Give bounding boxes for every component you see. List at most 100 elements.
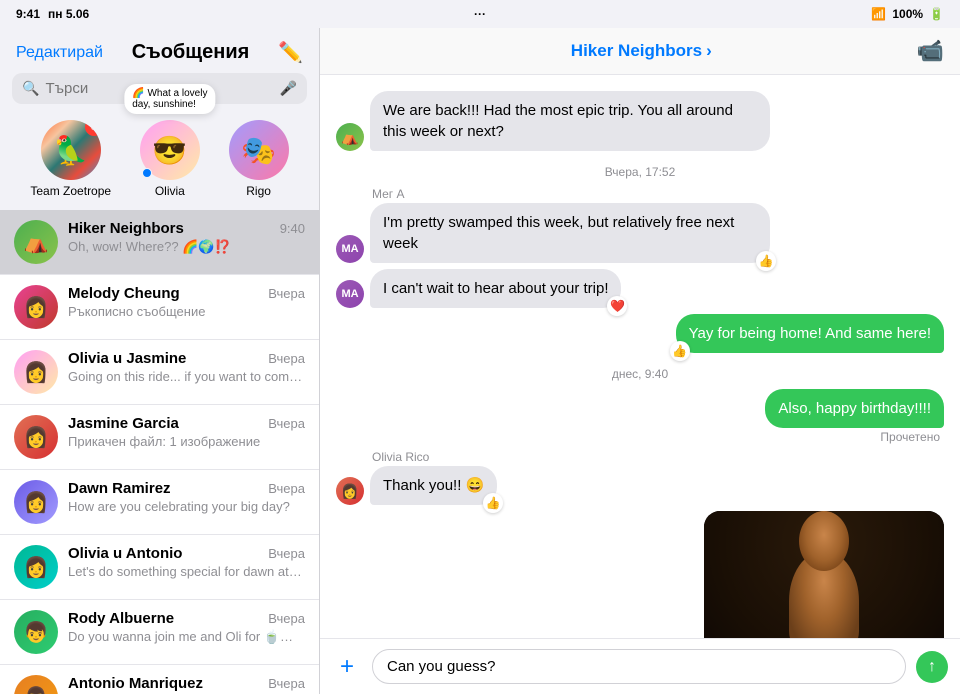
pinned-contact-olivia[interactable]: 🌈 What a lovelyday, sunshine! 😎 Olivia	[140, 120, 200, 198]
battery-label: 100%	[892, 7, 923, 21]
message-row-7	[336, 511, 944, 638]
date: пн 5.06	[48, 7, 89, 21]
status-bar: 9:41 пн 5.06 ··· 📶 100% 🔋	[0, 0, 960, 28]
pinned-name-rigo: Rigo	[246, 184, 271, 198]
mic-icon: 🎤	[280, 80, 297, 97]
conv-jasmine[interactable]: 👩 Jasmine Garcia Вчера Прикачен файл: 1 …	[0, 405, 319, 470]
conv-avatar-olivia-a: 👩	[14, 545, 58, 589]
conv-sender-jasmine: Jasmine Garcia	[68, 415, 179, 432]
olivia-online-dot	[142, 168, 152, 178]
add-button[interactable]: +	[332, 652, 362, 682]
conv-hiker-neighbors[interactable]: ⛺ Hiker Neighbors 9:40 Oh, wow! Where?? …	[0, 210, 319, 275]
chat-title-text: Hiker Neighbors	[571, 41, 702, 61]
conv-preview-hiker: Oh, wow! Where?? 🌈🌍⁉️	[68, 239, 305, 255]
dots-indicator: ···	[474, 7, 486, 21]
message-row-2: Мег А MA I'm pretty swamped this week, b…	[336, 187, 944, 263]
reaction-thumbsup-6: 👍	[483, 493, 503, 513]
conv-sender-olivia-j: Olivia u Jasmine	[68, 350, 186, 367]
conv-antonio[interactable]: 👨 Antonio Manriquez Вчера	[0, 665, 319, 694]
pinned-avatar-rigo: 🎭	[229, 120, 289, 180]
conv-avatar-rody: 👦	[14, 610, 58, 654]
bubble-3: I can't wait to hear about your trip! ❤️	[370, 269, 621, 308]
conv-time-melody: Вчера	[268, 286, 305, 301]
conv-dawn[interactable]: 👩 Dawn Ramirez Вчера How are you celebra…	[0, 470, 319, 535]
pinned-contacts: 🦜 6 Team Zoetrope 🌈 What a lovelyday, su…	[0, 112, 319, 210]
conv-preview-rody: Do you wanna join me and Oli for 🍵🥞 brea…	[68, 629, 305, 645]
conv-rody[interactable]: 👦 Rody Albuerne Вчера Do you wanna join …	[0, 600, 319, 665]
conv-time-hiker: 9:40	[280, 221, 305, 236]
message-input[interactable]	[372, 649, 906, 684]
timestamp-today: днес, 9:40	[336, 367, 944, 381]
search-icon: 🔍	[22, 80, 39, 97]
conv-content-hiker: Hiker Neighbors 9:40 Oh, wow! Where?? 🌈🌍…	[68, 220, 305, 255]
read-label-5: Прочетено	[880, 430, 940, 444]
chat-header: Hiker Neighbors › 📹	[320, 28, 960, 75]
bubble-4: Yay for being home! And same here! 👍	[676, 314, 944, 353]
reaction-heart-3: ❤️	[607, 296, 627, 316]
pinned-avatar-team: 🦜 6	[41, 120, 101, 180]
timestamp-yesterday: Вчера, 17:52	[336, 165, 944, 179]
conv-olivia-jasmine[interactable]: 👩 Olivia u Jasmine Вчера Going on this r…	[0, 340, 319, 405]
messages-area: ⛺ We are back!!! Had the most epic trip.…	[320, 75, 960, 638]
conv-preview-jasmine: Прикачен файл: 1 изображение	[68, 434, 305, 449]
messages-title: Съобщения	[132, 41, 250, 64]
conv-sender-olivia-a: Olivia u Antonio	[68, 545, 182, 562]
left-panel: Редактирай Съобщения ✏️ 🔍 🎤 🦜 6 Team Zoe…	[0, 28, 320, 694]
pinned-contact-team[interactable]: 🦜 6 Team Zoetrope	[30, 120, 111, 198]
message-row-5: Also, happy birthday!!!! Прочетено	[336, 389, 944, 444]
pinned-name-olivia: Olivia	[155, 184, 185, 198]
conv-preview-dawn: How are you celebrating your big day?	[68, 499, 305, 514]
conv-avatar-dawn: 👩	[14, 480, 58, 524]
status-bar-left: 9:41 пн 5.06	[16, 7, 89, 21]
message-list: ⛺ Hiker Neighbors 9:40 Oh, wow! Where?? …	[0, 210, 319, 694]
compose-button[interactable]: ✏️	[278, 40, 303, 65]
send-button[interactable]: ↑	[916, 651, 948, 683]
sender-label-meg: Мег А	[372, 187, 405, 201]
pinned-contact-rigo[interactable]: 🎭 Rigo	[229, 120, 289, 198]
conv-avatar-hiker: ⛺	[14, 220, 58, 264]
wifi-icon: 📶	[871, 7, 886, 21]
photo-person	[704, 511, 944, 638]
conv-avatar-melody: 👩	[14, 285, 58, 329]
message-row-3: MA I can't wait to hear about your trip!…	[336, 269, 944, 308]
status-bar-center: ···	[474, 7, 486, 21]
edit-button[interactable]: Редактирай	[16, 44, 103, 62]
messages-header: Редактирай Съобщения ✏️	[0, 28, 319, 73]
tooltip-olivia: 🌈 What a lovelyday, sunshine!	[124, 84, 215, 114]
photo-message	[704, 511, 944, 638]
chevron-right-icon: ›	[706, 41, 712, 61]
msg-avatar-meg: MA	[336, 235, 364, 263]
main-container: Редактирай Съобщения ✏️ 🔍 🎤 🦜 6 Team Zoe…	[0, 28, 960, 694]
message-row-6: Olivia Rico 👩 Thank you!! 😄 👍	[336, 450, 944, 505]
pinned-name-team: Team Zoetrope	[30, 184, 111, 198]
unread-badge-team: 6	[85, 120, 101, 136]
conv-preview-olivia-j: Going on this ride... if you want to com…	[68, 369, 305, 384]
battery-icon: 🔋	[929, 7, 944, 21]
message-row-1: ⛺ We are back!!! Had the most epic trip.…	[336, 91, 944, 151]
message-row-4: Yay for being home! And same here! 👍	[336, 314, 944, 353]
conv-sender-hiker: Hiker Neighbors	[68, 220, 184, 237]
conv-melody[interactable]: 👩 Melody Cheung Вчера Ръкописно съобщени…	[0, 275, 319, 340]
conv-sender-melody: Melody Cheung	[68, 285, 180, 302]
bubble-6: Thank you!! 😄 👍	[370, 466, 497, 505]
conv-sender-rody: Rody Albuerne	[68, 610, 174, 627]
conv-olivia-antonio[interactable]: 👩 Olivia u Antonio Вчера Let's do someth…	[0, 535, 319, 600]
sender-label-olivia-r: Olivia Rico	[372, 450, 429, 464]
msg-avatar-1: ⛺	[336, 123, 364, 151]
video-call-button[interactable]: 📹	[917, 38, 944, 64]
conv-avatar-jasmine: 👩	[14, 415, 58, 459]
reaction-thumbsup-4: 👍	[670, 341, 690, 361]
reaction-thumbsup-2: 👍	[756, 251, 776, 271]
conv-avatar-antonio: 👨	[14, 675, 58, 694]
input-area: + ↑	[320, 638, 960, 694]
msg-avatar-meg-2: MA	[336, 280, 364, 308]
conv-preview-melody: Ръкописно съобщение	[68, 304, 305, 319]
bubble-2: I'm pretty swamped this week, but relati…	[370, 203, 770, 263]
bubble-5: Also, happy birthday!!!!	[765, 389, 944, 428]
chat-title[interactable]: Hiker Neighbors ›	[571, 41, 712, 61]
conv-sender-dawn: Dawn Ramirez	[68, 480, 171, 497]
bubble-1: We are back!!! Had the most epic trip. Y…	[370, 91, 770, 151]
conv-preview-olivia-a: Let's do something special for dawn at t…	[68, 564, 305, 579]
right-panel: Hiker Neighbors › 📹 ⛺ We are back!!! Had…	[320, 28, 960, 694]
conv-sender-antonio: Antonio Manriquez	[68, 675, 203, 692]
